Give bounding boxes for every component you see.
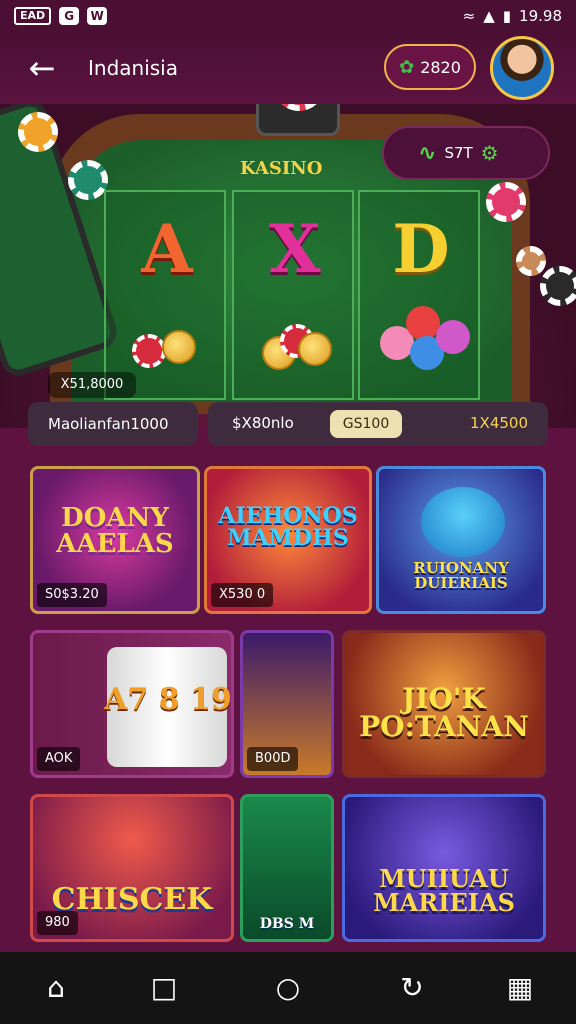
coin-balance-button[interactable]: ✿ 2820 <box>384 44 476 90</box>
bonus-value: S7T <box>444 144 473 162</box>
poker-chip-icon <box>132 334 166 368</box>
game-card[interactable]: B00D <box>240 630 334 778</box>
game-badge: S0$3.20 <box>37 583 107 607</box>
poker-chip-icon <box>540 266 576 306</box>
apps-icon[interactable]: ▦ <box>500 968 540 1008</box>
game-card[interactable]: CHISCEK 980 <box>30 794 234 942</box>
reel-1: A <box>104 190 226 400</box>
bottom-nav-bar: ⌂ □ ○ ↻ ▦ <box>0 952 576 1024</box>
reel-symbol: A <box>141 210 193 288</box>
coin-stack <box>262 324 332 370</box>
game-card[interactable]: DBS M <box>240 794 334 942</box>
game-badge: 980 <box>37 911 78 935</box>
game-card[interactable]: RUIONANY DUIERIAIS <box>376 466 546 614</box>
notification-badge: EAD <box>14 7 52 25</box>
avatar[interactable] <box>490 36 554 100</box>
reel-2: X <box>232 190 354 400</box>
game-title: A7 8 19 <box>104 682 232 717</box>
chip-value-button[interactable]: GS100 <box>330 410 402 438</box>
game-title: DBS M <box>259 916 315 932</box>
signal-icon: ▲ <box>483 7 495 25</box>
gem-icon: ✿ <box>399 56 415 78</box>
game-title: AIEHONOS MAMDHS <box>218 503 358 551</box>
info-bar: Maolianfan1000 $X80nlo GS100 1X4500 <box>28 402 548 446</box>
game-card[interactable]: MUIIUAU MARIEIAS <box>342 794 546 942</box>
battery-icon: ▮ <box>502 7 512 25</box>
reel-3: D <box>358 190 480 400</box>
chip-dispenser <box>256 104 340 136</box>
flower-icon <box>406 306 440 340</box>
wifi-icon: ≈ <box>462 7 476 25</box>
reel-symbol: D <box>392 210 450 288</box>
reel-symbol: X <box>269 210 321 288</box>
notification-icon-g: G <box>59 7 80 25</box>
gold-coin-icon <box>162 330 196 364</box>
game-badge: B00D <box>247 747 299 771</box>
casino-table-banner: KASINO A X D X51,8000 ∿ S7T ⚙ <box>0 104 576 428</box>
bet-amount: $X80nlo <box>232 414 294 432</box>
bonus-pill-button[interactable]: ∿ S7T ⚙ <box>382 126 550 180</box>
game-badge: AOK <box>37 747 81 771</box>
flower-icon <box>436 320 470 354</box>
game-title: JIO'K PO:TANAN <box>359 682 529 743</box>
game-badge: X530 0 <box>211 583 274 607</box>
coin-balance: 2820 <box>420 57 461 77</box>
game-title: MUIIUAU MARIEIAS <box>373 864 515 917</box>
flower-bouquet-icon <box>380 306 470 370</box>
refresh-icon[interactable]: ↻ <box>392 968 432 1008</box>
poker-chip-icon <box>486 182 526 222</box>
player-name: Maolianfan1000 <box>28 402 198 446</box>
game-card[interactable]: AIEHONOS MAMDHS X530 0 <box>204 466 372 614</box>
game-card[interactable]: A7 8 19 AOK <box>30 630 234 778</box>
gold-coin-icon <box>298 332 332 366</box>
table-balance: X51,8000 <box>48 372 136 398</box>
balance-panel: $X80nlo GS100 1X4500 <box>208 402 548 446</box>
page-title: Indanisia <box>88 56 178 80</box>
notification-icon-w: W <box>87 7 108 25</box>
status-time: 19.98 <box>519 7 562 25</box>
bookmark-icon[interactable]: □ <box>144 968 184 1008</box>
coin-stack <box>132 330 196 370</box>
table-label: KASINO <box>240 158 323 179</box>
poker-chip-icon <box>516 246 546 276</box>
poker-chip-icon <box>18 112 58 152</box>
game-card[interactable]: JIO'K PO:TANAN <box>342 630 546 778</box>
total-balance: 1X4500 <box>470 414 528 432</box>
circle-icon[interactable]: ○ <box>268 968 308 1008</box>
game-card[interactable]: DOANY AAELAS S0$3.20 <box>30 466 200 614</box>
back-arrow-icon[interactable]: ← <box>24 50 60 86</box>
poker-chip-icon <box>273 104 325 111</box>
status-bar: EAD G W ≈ ▲ ▮ 19.98 <box>0 0 576 32</box>
gear-icon[interactable]: ⚙ <box>481 141 499 165</box>
app-header: ← Indanisia ✿ 2820 <box>0 32 576 104</box>
home-icon[interactable]: ⌂ <box>36 968 76 1008</box>
mascot-icon <box>421 487 505 557</box>
snake-icon: ∿ <box>418 140 437 166</box>
game-title: DOANY AAELAS <box>56 503 174 559</box>
game-title: RUIONANY DUIERIAIS <box>413 559 509 592</box>
poker-chip-icon <box>68 160 108 200</box>
